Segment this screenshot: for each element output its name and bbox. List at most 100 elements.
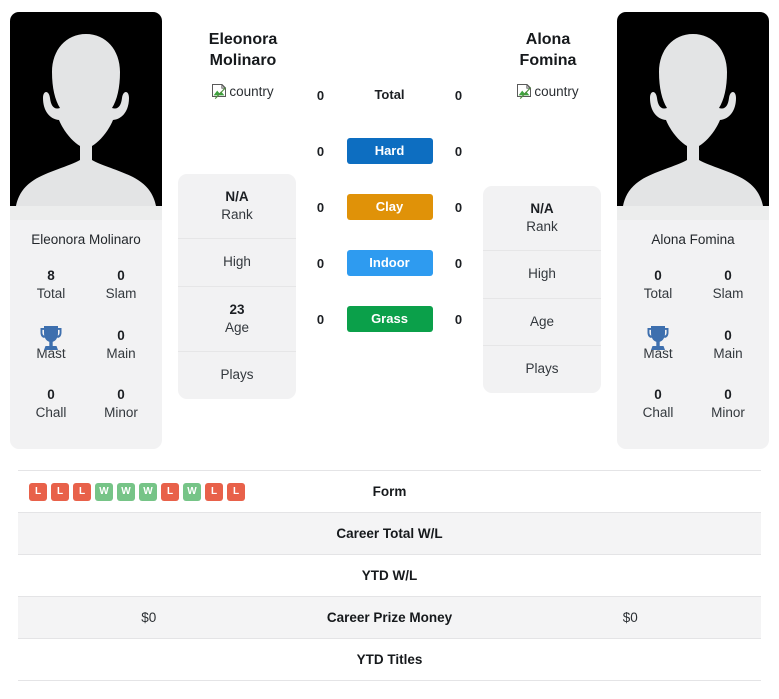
row-left-value: LLLWWWLWLL	[18, 482, 280, 501]
stat-label: Mast	[643, 345, 673, 361]
info-cell-age: Age	[483, 299, 601, 346]
stat-label: Minor	[711, 405, 745, 421]
info-label: Rank	[221, 207, 253, 223]
row-label: Career Total W/L	[336, 526, 443, 541]
stat-cell-main: 0 Main	[693, 318, 763, 375]
player-photo-right	[617, 12, 769, 220]
stat-value: 0	[654, 268, 662, 284]
surface-row-clay: 0 Clay 0	[302, 179, 477, 235]
info-cell-plays: Plays	[483, 346, 601, 393]
stat-value: 0	[724, 387, 732, 403]
stat-cell-minor: 0 Minor	[86, 377, 156, 434]
player-info-column-right: N/A Rank High Age Plays	[483, 186, 601, 393]
info-cell-rank: N/A Rank	[178, 174, 296, 240]
table-row-ytd-wl: YTD W/L	[18, 555, 761, 597]
country-alt-text: country	[229, 84, 274, 100]
stat-value: 0	[654, 387, 662, 403]
table-row-career-total-wl: Career Total W/L	[18, 513, 761, 555]
table-row-ytd-titles: YTD Titles	[18, 639, 761, 681]
player-stats-grid-left: 8 Total 0 Slam 0 Mast 0 Main 0 Chall 0 M…	[10, 258, 162, 448]
player-card-right[interactable]: Alona Fomina 0 Total 0 Slam 0 Mast 0 Mai…	[617, 12, 769, 449]
surface-pill-clay: Clay	[346, 194, 433, 220]
broken-image-icon	[517, 83, 533, 100]
surface-pill-hard: Hard	[346, 138, 433, 164]
surface-label-wrap: Clay	[346, 194, 433, 220]
avatar-silhouette-icon	[617, 34, 769, 220]
info-cell-rank: N/A Rank	[483, 186, 601, 252]
surface-label-wrap: Hard	[346, 138, 433, 164]
player-header-left: Eleonora Molinaro country	[184, 30, 302, 105]
stat-label: Chall	[642, 405, 674, 421]
stat-cell-chall: 0 Chall	[623, 377, 693, 434]
country-flag-broken-left: country	[212, 83, 274, 100]
info-value: N/A	[530, 201, 554, 216]
info-cell-high: High	[178, 239, 296, 287]
stat-cell-mast: 0 Mast	[16, 318, 86, 375]
info-label: High	[223, 254, 251, 270]
surface-left-value: 0	[316, 143, 325, 159]
stat-cell-main: 0 Main	[86, 318, 156, 375]
player-card-left[interactable]: Eleonora Molinaro 8 Total 0 Slam 0 Mast …	[10, 12, 162, 449]
stat-value: 0	[117, 268, 125, 284]
stat-label: Chall	[35, 405, 67, 421]
player-name-line1: Eleonora	[208, 31, 278, 48]
stat-label: Main	[713, 345, 743, 361]
country-flag-broken-right: country	[517, 83, 579, 100]
avatar-silhouette-icon	[10, 34, 162, 220]
form-badge-win: W	[183, 482, 201, 501]
surface-row-hard: 0 Hard 0	[302, 123, 477, 179]
compare-top-section: Eleonora Molinaro 8 Total 0 Slam 0 Mast …	[0, 0, 779, 470]
stat-cell-total: 0 Total	[623, 258, 693, 315]
surface-left-value: 0	[316, 311, 325, 327]
info-label: Plays	[220, 367, 254, 383]
comparison-stats-table: LLLWWWLWLL Form Career Total W/L YTD W/L…	[18, 470, 761, 681]
stat-value: 0	[117, 327, 125, 343]
stat-label: Slam	[712, 286, 744, 302]
surface-label: Total	[374, 87, 405, 102]
stat-value: 0	[47, 327, 55, 343]
info-label: Plays	[525, 361, 559, 377]
stat-value: 0	[117, 387, 125, 403]
stat-label: Main	[106, 345, 136, 361]
broken-image-icon	[212, 83, 228, 100]
form-badges-left: LLLWWWLWLL	[26, 482, 272, 501]
surface-pill-indoor: Indoor	[346, 250, 433, 276]
row-right-value: $0	[622, 610, 638, 625]
info-value: 23	[229, 301, 245, 317]
info-value: N/A	[225, 189, 249, 204]
surface-label-wrap: Total	[347, 82, 433, 108]
country-alt-text: country	[534, 84, 579, 100]
surface-left-value: 0	[316, 199, 325, 215]
stat-label: Slam	[105, 286, 137, 302]
info-label: High	[528, 266, 556, 282]
surface-left-value: 0	[316, 87, 325, 103]
info-label: Age	[224, 319, 250, 335]
stat-cell-mast: 0 Mast	[623, 318, 693, 375]
info-cell-high: High	[483, 251, 601, 299]
info-label: Rank	[526, 219, 558, 235]
form-badge-win: W	[95, 482, 113, 501]
player-name-line2: Molinaro	[209, 51, 277, 69]
form-badge-loss: L	[205, 482, 223, 501]
surface-left-value: 0	[316, 255, 325, 271]
stat-value: 8	[47, 268, 55, 284]
stat-label: Mast	[36, 345, 66, 361]
player-info-column-left: N/A Rank High 23 Age Plays	[178, 174, 296, 400]
table-row-career-prize-money: $0 Career Prize Money $0	[18, 597, 761, 639]
table-row-form: LLLWWWLWLL Form	[18, 471, 761, 513]
stat-label: Minor	[104, 405, 138, 421]
form-badge-loss: L	[51, 482, 69, 501]
row-label: YTD W/L	[361, 568, 418, 583]
info-cell-plays: Plays	[178, 352, 296, 399]
form-badge-loss: L	[73, 482, 91, 501]
surface-label-wrap: Grass	[346, 306, 433, 332]
form-badge-win: W	[139, 482, 157, 501]
player-name-line1: Alona	[525, 31, 571, 48]
row-label: Form	[372, 484, 407, 499]
form-badge-loss: L	[29, 482, 47, 501]
player-photo-left	[10, 12, 162, 220]
stat-label: Total	[643, 286, 673, 302]
player-card-name-left: Eleonora Molinaro	[31, 232, 141, 247]
surface-pill-grass: Grass	[346, 306, 433, 332]
head-to-head-comparison: Eleonora Molinaro 8 Total 0 Slam 0 Mast …	[0, 0, 779, 681]
